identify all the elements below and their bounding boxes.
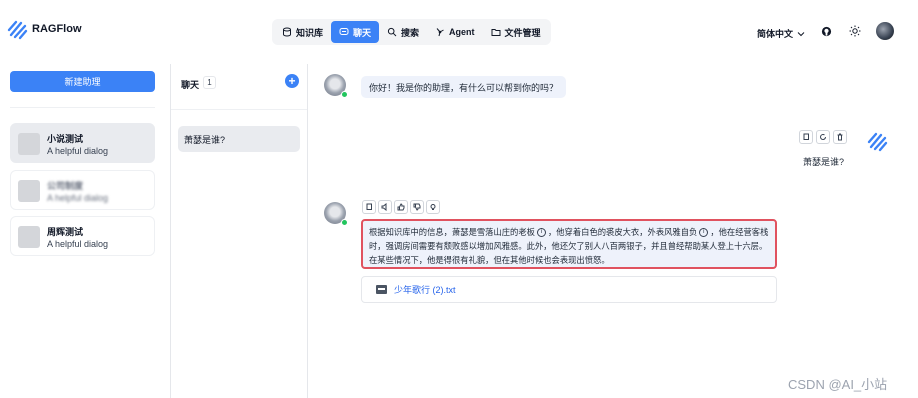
- thumbs-up-icon: [397, 203, 405, 211]
- file-icon: [376, 285, 387, 294]
- user-avatar-logo-icon: [867, 132, 888, 152]
- main-nav: 知识库 聊天 搜索 Agent 文件管理: [272, 19, 551, 45]
- assistant-card[interactable]: 周辉测试 A helpful dialog: [10, 216, 155, 256]
- answer-toolbar: [362, 200, 440, 214]
- regenerate-button[interactable]: [816, 130, 830, 144]
- watermark: CSDN @AI_小站: [788, 377, 888, 392]
- delete-button[interactable]: [833, 130, 847, 144]
- sun-icon[interactable]: [848, 24, 862, 38]
- assistant-card[interactable]: 小说测试 A helpful dialog: [10, 123, 155, 163]
- nav-label: 搜索: [401, 27, 420, 38]
- copy-button[interactable]: [362, 200, 376, 214]
- plus-icon: +: [288, 74, 296, 88]
- assistant-name: 小说测试: [47, 134, 84, 144]
- assistant-answer: 根据知识库中的信息，萧瑟是雪落山庄的老板 i ，他穿着白色的裘皮大衣，外表风雅自负 i…: [361, 219, 777, 269]
- thumbs-down-icon: [413, 203, 421, 211]
- citation-info-icon[interactable]: i: [699, 228, 709, 238]
- online-indicator: [341, 219, 348, 226]
- nav-label: 聊天: [353, 27, 372, 38]
- answer-text: 根据知识库中的信息，萧瑟是雪落山庄的老板: [369, 227, 535, 237]
- trash-icon: [837, 133, 843, 141]
- nav-knowledge-base[interactable]: 知识库: [274, 21, 331, 43]
- nav-label: Agent: [449, 27, 475, 37]
- nav-label: 知识库: [296, 27, 324, 38]
- online-indicator: [341, 91, 348, 98]
- database-icon: [283, 27, 291, 37]
- copy-icon: [366, 203, 372, 210]
- bot-avatar: [324, 74, 348, 98]
- conversation-count-badge: 1: [203, 76, 216, 89]
- assistant-description: A helpful dialog: [47, 239, 109, 249]
- nav-agent[interactable]: Agent: [427, 21, 483, 43]
- nav-chat[interactable]: 聊天: [331, 21, 380, 43]
- language-select[interactable]: 简体中文: [757, 27, 805, 40]
- assistant-thumbnail: [18, 180, 40, 202]
- source-document-card[interactable]: 少年歌行 (2).txt: [361, 276, 777, 303]
- nav-search[interactable]: 搜索: [379, 21, 427, 43]
- user-message-toolbar: [799, 130, 847, 144]
- chevron-down-icon: [797, 31, 805, 36]
- user-message: 萧瑟是谁?: [803, 157, 845, 167]
- agent-icon: [436, 28, 444, 37]
- new-assistant-button[interactable]: 新建助理: [10, 71, 155, 92]
- copy-icon: [803, 133, 809, 140]
- divider: [171, 109, 307, 110]
- assistant-sidebar: 新建助理 小说测试 A helpful dialog 公司制度 A helpfu…: [0, 64, 171, 398]
- add-conversation-button[interactable]: +: [285, 74, 299, 88]
- search-icon: [387, 27, 397, 37]
- answer-text: ，他穿着白色的裘皮大衣，外表风雅自负: [547, 227, 698, 237]
- copy-button[interactable]: [799, 130, 813, 144]
- user-avatar[interactable]: [876, 22, 894, 40]
- ragflow-logo-icon[interactable]: [6, 18, 28, 40]
- refresh-icon: [820, 134, 826, 140]
- read-aloud-button[interactable]: [378, 200, 392, 214]
- assistant-description: A helpful dialog: [47, 193, 109, 203]
- source-document-name[interactable]: 少年歌行 (2).txt: [394, 283, 456, 296]
- assistant-greeting: 你好！我是你的助理，有什么可以帮到你的吗？: [361, 76, 567, 98]
- chat-icon: [339, 28, 349, 35]
- conversation-list-title: 聊天: [181, 80, 200, 90]
- language-label: 简体中文: [757, 29, 794, 39]
- assistant-thumbnail: [18, 226, 40, 248]
- app-title: RAGFlow: [32, 23, 82, 35]
- prompt-button[interactable]: [426, 200, 440, 214]
- citation-info-icon[interactable]: i: [536, 228, 546, 238]
- assistant-card[interactable]: 公司制度 A helpful dialog: [10, 170, 155, 210]
- nav-file-management[interactable]: 文件管理: [483, 21, 549, 43]
- conversation-sidebar: 聊天 1 + 萧瑟是谁?: [171, 64, 308, 398]
- bot-avatar: [324, 202, 348, 226]
- nav-label: 文件管理: [504, 27, 541, 38]
- assistant-thumbnail: [18, 133, 40, 155]
- thumbs-down-button[interactable]: [410, 200, 424, 214]
- assistant-name: 周辉测试: [47, 227, 84, 237]
- assistant-description: A helpful dialog: [47, 146, 109, 156]
- speaker-icon: [381, 203, 387, 211]
- assistant-name: 公司制度: [47, 181, 84, 191]
- github-icon[interactable]: [819, 24, 833, 38]
- conversation-item[interactable]: 萧瑟是谁?: [178, 126, 300, 152]
- top-bar: RAGFlow 知识库 聊天 搜索 Agent 文件管理 简体中文: [0, 0, 918, 64]
- folder-icon: [491, 29, 501, 36]
- thumbs-up-button[interactable]: [394, 200, 408, 214]
- divider: [10, 107, 155, 108]
- lightbulb-icon: [430, 204, 436, 210]
